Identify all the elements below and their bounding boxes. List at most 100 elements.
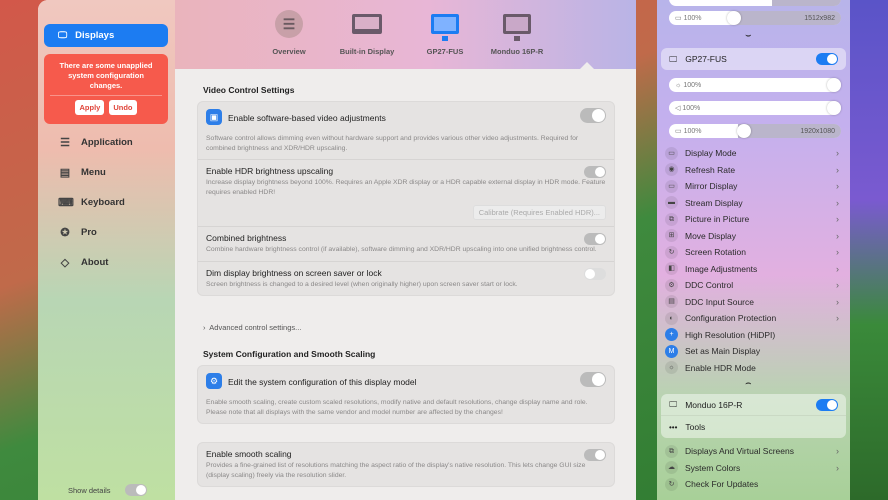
title: Enable smooth scaling <box>206 449 292 459</box>
show-details-toggle[interactable] <box>124 484 147 496</box>
toggles-icon: ☰ <box>60 137 70 149</box>
label: Show details <box>68 485 111 495</box>
menu-item-high-resolution-hidpi[interactable]: + High Resolution (HiDPI) <box>665 327 843 343</box>
advanced-settings-disclosure[interactable]: › Advanced control settings... <box>203 323 301 332</box>
label: Check For Updates <box>685 479 759 489</box>
desc: Provides a fine-grained list of resoluti… <box>206 462 586 479</box>
menu-item-system-colors[interactable]: ☁ System Colors › <box>665 460 843 476</box>
combined-brightness-toggle[interactable] <box>584 233 606 245</box>
sidebar-item-about[interactable]: ◇ About <box>58 256 109 269</box>
collapse-chevron-icon[interactable]: ⌣ <box>745 30 752 41</box>
resolution: 1920x1080 <box>800 127 835 135</box>
smooth-scaling-toggle[interactable] <box>584 449 606 461</box>
monduo-toggle[interactable] <box>816 399 838 411</box>
tab-monduo-16p-r[interactable]: Monduo 16P-R <box>477 8 557 56</box>
smooth-scaling-row: Enable smooth scaling Provides a fine-gra… <box>198 443 614 486</box>
edit-config-toggle[interactable] <box>580 372 606 387</box>
sidebar-item-pro[interactable]: ✪ Pro <box>58 226 96 239</box>
resolution-slider[interactable]: ▭ 100% 1920x1080 <box>669 124 841 138</box>
menu-item-display-mode[interactable]: ▭ Display Mode › <box>665 145 843 161</box>
menu-item-icon: ☁ <box>665 461 678 474</box>
menu-item-move-display[interactable]: ⊞ Move Display › <box>665 228 843 244</box>
sidebar-item-displays[interactable]: 🖵 Displays <box>44 24 168 47</box>
list-icon: ☰ <box>275 10 303 38</box>
settings-window: 🖵 Displays There are some unapplied syste… <box>38 0 636 500</box>
label: Set as Main Display <box>685 346 761 356</box>
sidebar-item-menu[interactable]: ▤ Menu <box>58 166 106 179</box>
menu-item-stream-display[interactable]: ▬ Stream Display › <box>665 195 843 211</box>
menu-item-icon: ↻ <box>665 245 678 259</box>
menu-icon: ▤ <box>59 167 71 179</box>
display-icon: ▭ <box>675 128 684 135</box>
menu-item-picture-in-picture[interactable]: ⧉ Picture in Picture › <box>665 211 843 227</box>
menu-item-icon: M <box>665 344 678 358</box>
label: Menu <box>81 167 106 178</box>
title: Edit the system configuration of this di… <box>228 377 417 387</box>
sun-icon: ☼ <box>675 81 684 89</box>
more-icon: ••• <box>669 422 678 432</box>
tab-gp27-fus[interactable]: GP27-FUS <box>405 8 485 56</box>
volume-slider[interactable]: ◁ 100% <box>669 101 841 115</box>
combined-brightness-row: Combined brightness Combine hardware brig… <box>198 226 614 261</box>
menu-item-set-as-main-display[interactable]: M Set as Main Display <box>665 343 843 359</box>
menu-item-ddc-control[interactable]: ⚙ DDC Control › <box>665 277 843 293</box>
dim-on-lock-toggle[interactable] <box>584 267 606 280</box>
menu-item-icon: ⚙ <box>665 278 678 292</box>
label: System Colors <box>685 462 741 473</box>
tab-overview[interactable]: ☰ Overview <box>249 8 329 56</box>
video-settings-card: ▣ Enable software-based video adjustments… <box>197 101 615 296</box>
label: Advanced control settings... <box>209 323 302 332</box>
sidebar-item-keyboard[interactable]: ⌨ Keyboard <box>58 196 125 209</box>
menu-item-icon: ⊞ <box>665 229 678 242</box>
keyboard-icon: ⌨ <box>58 197 74 209</box>
builtin-slider-top[interactable] <box>669 0 841 6</box>
builtin-resolution-slider[interactable]: ▭ 100% 1512x982 <box>669 11 841 25</box>
menu-item-mirror-display[interactable]: ▭ Mirror Display › <box>665 178 843 194</box>
label: Image Adjustments <box>685 263 758 274</box>
menu-item-displays-and-virtual-screens[interactable]: ⧉ Displays And Virtual Screens › <box>665 443 843 459</box>
value: 100% <box>683 127 702 135</box>
chevron-right-icon: › <box>836 296 839 307</box>
menu-item-configuration-protection[interactable]: ◐ Configuration Protection › <box>665 310 843 326</box>
label: DDC Control <box>685 280 734 290</box>
hdr-upscaling-toggle[interactable] <box>584 166 606 178</box>
tab-built-in-display[interactable]: Built-in Display <box>327 8 407 56</box>
gp27-toggle[interactable] <box>816 53 838 65</box>
expand-chevron-icon[interactable]: ⌢ <box>745 378 752 389</box>
sidebar-item-application[interactable]: ☰ Application <box>58 136 133 149</box>
label: GP27-FUS <box>426 47 464 56</box>
menu-item-image-adjustments[interactable]: ◧ Image Adjustments › <box>665 261 843 277</box>
menu-item-screen-rotation[interactable]: ↻ Screen Rotation › <box>665 244 843 260</box>
label: Stream Display <box>685 197 743 208</box>
menu-item-refresh-rate[interactable]: ◉ Refresh Rate › <box>665 162 843 178</box>
menu-item-check-for-updates[interactable]: ↻ Check For Updates <box>665 476 843 492</box>
edit-config-row: ⚙ Edit the system configuration of this d… <box>198 366 614 423</box>
label: Tools <box>685 422 706 432</box>
undo-button[interactable]: Undo <box>109 100 137 115</box>
chevron-right-icon: › <box>836 313 839 323</box>
chevron-right-icon: › <box>836 181 839 191</box>
chevron-right-icon: › <box>836 462 839 473</box>
menu-item-icon: ▭ <box>665 179 678 193</box>
brightness-slider[interactable]: ☼ 100% <box>669 78 841 92</box>
label: About <box>81 257 109 268</box>
gp27-display-header: 🖵 GP27-FUS <box>661 48 846 70</box>
smooth-scaling-card: Enable smooth scaling Provides a fine-gra… <box>197 442 615 487</box>
dim-on-lock-row: Dim display brightness on screen saver o… <box>198 260 614 296</box>
speaker-icon: ◁ <box>675 105 683 112</box>
menu-item-icon: ◧ <box>665 262 678 275</box>
display-icon: ▭ <box>675 15 684 22</box>
menu-item-ddc-input-source[interactable]: ▤ DDC Input Source › <box>665 294 843 310</box>
software-adjustments-toggle[interactable] <box>580 108 606 123</box>
resolution: 1512x982 <box>804 14 835 22</box>
menu-item-enable-hdr-mode[interactable]: ☼ Enable HDR Mode <box>665 360 843 376</box>
laptop-icon <box>352 14 382 34</box>
chevron-right-icon: › <box>836 247 839 257</box>
menu-bar-panel: ▭ 100% 1512x982 ⌣ 🖵 GP27-FUS ☼ 100% ◁ 100%… <box>657 0 850 500</box>
apply-button[interactable]: Apply <box>75 100 105 115</box>
calibrate-button[interactable]: Calibrate (Requires Enabled HDR)... <box>472 205 606 220</box>
tools-item[interactable]: ••• Tools <box>661 416 705 438</box>
menu-item-icon: ☼ <box>665 361 678 374</box>
desc: Combine hardware brightness control (if … <box>206 246 597 253</box>
monduo-group: 🖵 Monduo 16P-R ••• Tools <box>661 394 846 438</box>
